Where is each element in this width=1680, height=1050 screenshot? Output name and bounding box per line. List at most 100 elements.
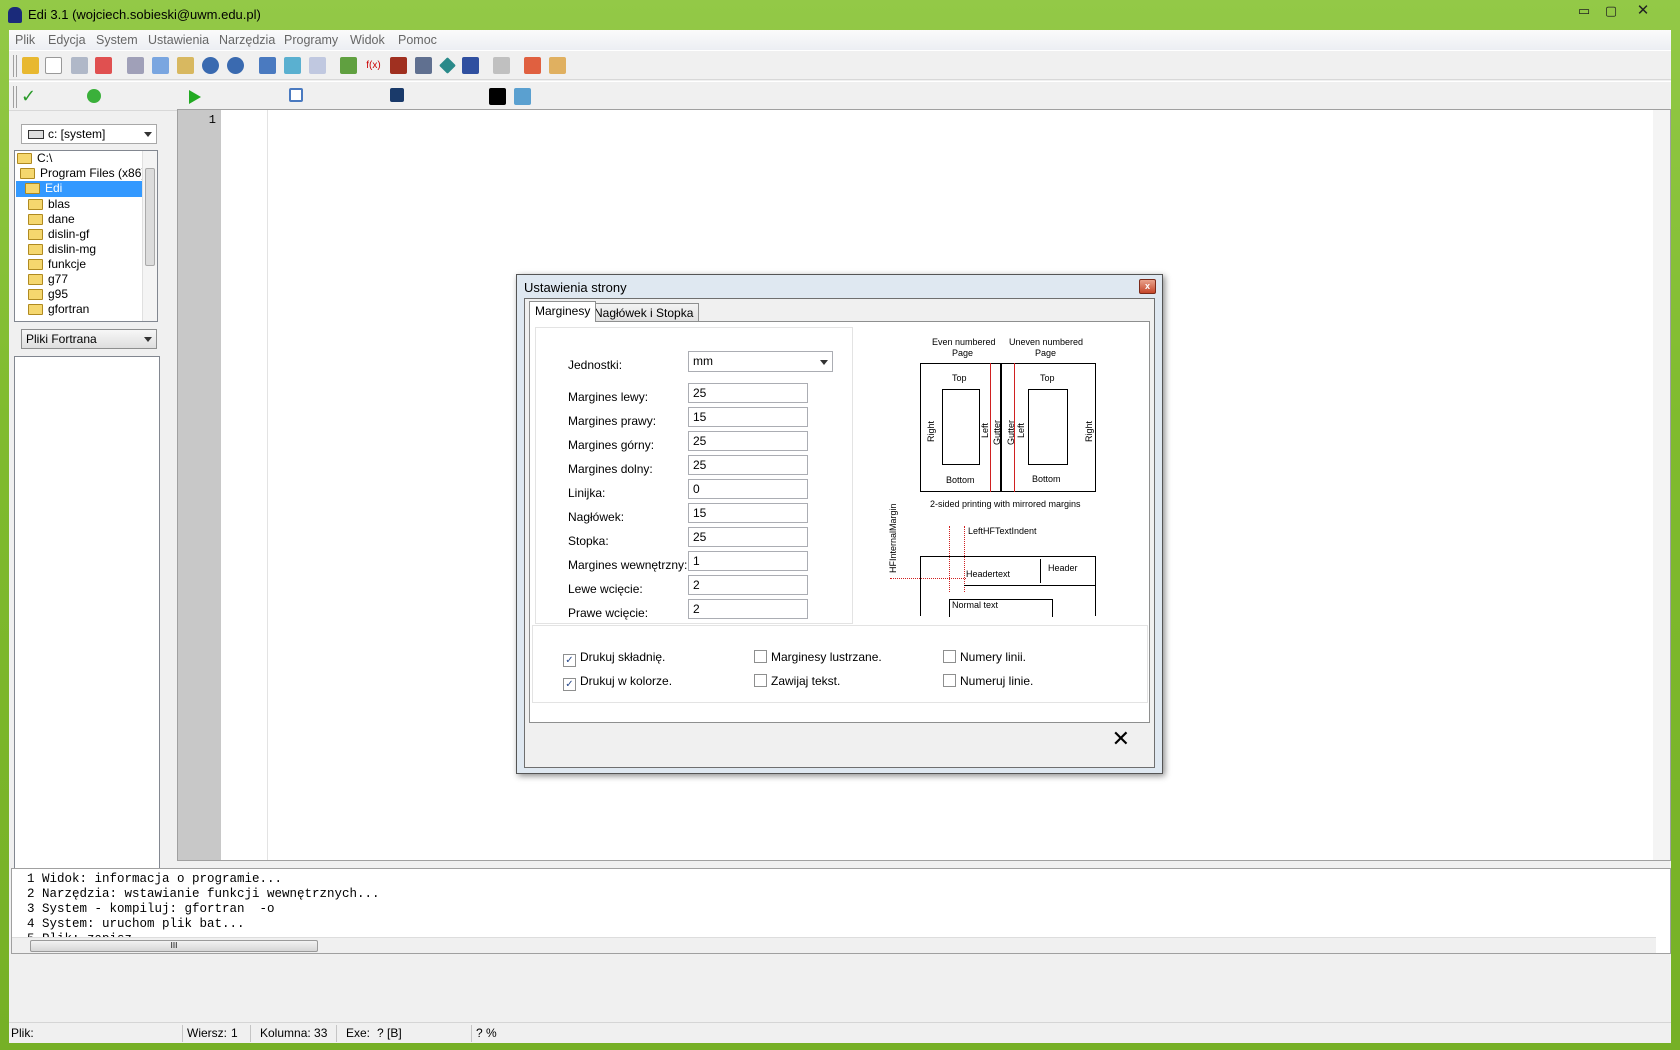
menu-ustawienia[interactable]: Ustawienia bbox=[148, 33, 209, 47]
output-hscrollbar[interactable]: III bbox=[12, 937, 1656, 953]
top-margin-input[interactable]: 25 bbox=[688, 431, 808, 451]
number-lines-checkbox[interactable]: Numeruj linie. bbox=[943, 674, 1033, 688]
status-column: Kolumna: 33 bbox=[260, 1026, 328, 1040]
mail-icon[interactable] bbox=[549, 57, 566, 74]
inner-margin-input[interactable]: 1 bbox=[688, 551, 808, 571]
function-icon[interactable]: f(x) bbox=[365, 57, 382, 74]
toolbar-grip[interactable] bbox=[13, 86, 17, 108]
tree-item-selected[interactable]: Edi bbox=[16, 181, 143, 197]
diamond-icon[interactable] bbox=[439, 57, 456, 74]
mirror-margins-checkbox[interactable]: Marginesy lustrzane. bbox=[754, 650, 882, 664]
tree-item[interactable]: blas bbox=[28, 197, 70, 213]
field-label: Margines lewy: bbox=[568, 390, 649, 404]
units-select[interactable]: mm bbox=[688, 351, 833, 372]
compile-icon[interactable] bbox=[87, 89, 101, 103]
tree-item[interactable]: g95 bbox=[28, 287, 68, 303]
cut-icon[interactable] bbox=[127, 57, 144, 74]
dialog-close-button[interactable]: x bbox=[1139, 279, 1156, 294]
ruler-input[interactable]: 0 bbox=[688, 479, 808, 499]
diagram-label: Normal text bbox=[952, 600, 999, 610]
console-icon[interactable] bbox=[489, 88, 506, 105]
tree-item[interactable]: C:\ bbox=[17, 151, 52, 167]
drive-select[interactable]: c: [system] bbox=[21, 124, 157, 144]
chart-icon[interactable] bbox=[493, 57, 510, 74]
tree-item[interactable]: gfortran bbox=[28, 302, 89, 318]
close-file-icon[interactable] bbox=[95, 57, 112, 74]
menu-edycja[interactable]: Edycja bbox=[48, 33, 86, 47]
checkbox-label: Drukuj składnię. bbox=[580, 650, 666, 664]
editor-scrollbar[interactable] bbox=[1653, 110, 1670, 860]
tab-marginesy[interactable]: Marginesy bbox=[529, 301, 597, 322]
header-input[interactable]: 15 bbox=[688, 503, 808, 523]
menu-pomoc[interactable]: Pomoc bbox=[398, 33, 437, 47]
menu-programy[interactable]: Programy bbox=[284, 33, 338, 47]
tree-item[interactable]: g77 bbox=[28, 272, 68, 288]
diagram-label: Uneven numbered bbox=[1009, 337, 1084, 347]
toolbar-grip[interactable] bbox=[13, 55, 17, 77]
footer-input[interactable]: 25 bbox=[688, 527, 808, 547]
dialog-ok-close-icon[interactable]: ✕ bbox=[1112, 728, 1130, 750]
check-icon[interactable]: ✓ bbox=[21, 87, 38, 105]
tree-label: g77 bbox=[48, 272, 69, 286]
new-file-icon[interactable] bbox=[45, 57, 62, 74]
list-icon[interactable] bbox=[415, 57, 432, 74]
print-color-checkbox[interactable]: ✓ Drukuj w kolorze. bbox=[563, 674, 672, 691]
bottom-margin-input[interactable]: 25 bbox=[688, 455, 808, 475]
find-icon[interactable] bbox=[259, 57, 276, 74]
window-icon[interactable] bbox=[462, 57, 479, 74]
checkbox-icon bbox=[943, 650, 956, 663]
window-title: Edi 3.1 (wojciech.sobieski@uwm.edu.pl) bbox=[28, 7, 261, 22]
menu-plik[interactable]: Plik bbox=[15, 33, 35, 47]
folder-tree: C:\ Program Files (x86) Edi blas dane di… bbox=[14, 150, 158, 322]
redo-icon[interactable] bbox=[227, 57, 244, 74]
diagram-label: Bottom bbox=[1032, 474, 1061, 484]
file-list[interactable] bbox=[14, 356, 160, 922]
field-label: Margines prawy: bbox=[568, 414, 657, 428]
hand-icon[interactable] bbox=[309, 57, 326, 74]
right-indent-input[interactable]: 2 bbox=[688, 599, 808, 619]
menu-narzedzia[interactable]: Narzędzia bbox=[219, 33, 275, 47]
diagram-label: Left bbox=[1016, 422, 1026, 438]
status-row-label: Wiersz: bbox=[187, 1026, 227, 1040]
open-icon[interactable] bbox=[22, 57, 39, 74]
right-margin-input[interactable]: 15 bbox=[688, 407, 808, 427]
pen-icon[interactable] bbox=[340, 57, 357, 74]
stop-icon[interactable] bbox=[390, 88, 404, 102]
image-icon[interactable] bbox=[514, 88, 531, 105]
margins-group: Jednostki: mm Margines lewy: 25 Margines… bbox=[535, 327, 853, 624]
file-filter-select[interactable]: Pliki Fortrana bbox=[21, 329, 157, 349]
paste-icon[interactable] bbox=[177, 57, 194, 74]
tree-item[interactable]: dislin-mg bbox=[28, 242, 96, 258]
diagram-label: Page bbox=[952, 348, 974, 358]
output-log[interactable]: 1 Widok: informacja o programie... 2 Nar… bbox=[11, 868, 1671, 954]
save-icon[interactable] bbox=[71, 57, 88, 74]
tree-scrollbar[interactable] bbox=[142, 151, 157, 321]
scroll-thumb[interactable] bbox=[145, 168, 155, 266]
undo-icon[interactable] bbox=[202, 57, 219, 74]
maximize-button[interactable]: ▢ bbox=[1598, 2, 1624, 20]
tree-item[interactable]: Program Files (x86) bbox=[20, 166, 145, 182]
menu-widok[interactable]: Widok bbox=[350, 33, 385, 47]
left-indent-input[interactable]: 2 bbox=[688, 575, 808, 595]
replace-icon[interactable] bbox=[284, 57, 301, 74]
print-syntax-checkbox[interactable]: ✓ Drukuj składnię. bbox=[563, 650, 665, 667]
tree-item[interactable]: funkcje bbox=[28, 257, 86, 273]
close-button[interactable]: ✕ bbox=[1630, 2, 1656, 20]
line-numbers-checkbox[interactable]: Numery linii. bbox=[943, 650, 1026, 664]
diagram-label: HFInternalMargin bbox=[888, 503, 898, 573]
minimize-button[interactable]: ▭ bbox=[1571, 2, 1597, 20]
menu-system[interactable]: System bbox=[96, 33, 138, 47]
tree-item[interactable]: dislin-gf bbox=[28, 227, 89, 243]
internal-margin-line bbox=[890, 578, 966, 579]
run-icon[interactable] bbox=[189, 90, 201, 104]
pdf-icon[interactable] bbox=[524, 57, 541, 74]
columns-icon[interactable] bbox=[390, 57, 407, 74]
margins-panel: Jednostki: mm Margines lewy: 25 Margines… bbox=[529, 321, 1150, 723]
tree-item[interactable]: dane bbox=[28, 212, 75, 228]
wrap-text-checkbox[interactable]: Zawijaj tekst. bbox=[754, 674, 840, 688]
scroll-thumb[interactable]: III bbox=[30, 940, 318, 952]
left-margin-input[interactable]: 25 bbox=[688, 383, 808, 403]
tab-naglowek-stopka[interactable]: Nagłówek i Stopka bbox=[588, 303, 700, 322]
copy-icon[interactable] bbox=[152, 57, 169, 74]
panel-icon[interactable] bbox=[289, 88, 303, 102]
